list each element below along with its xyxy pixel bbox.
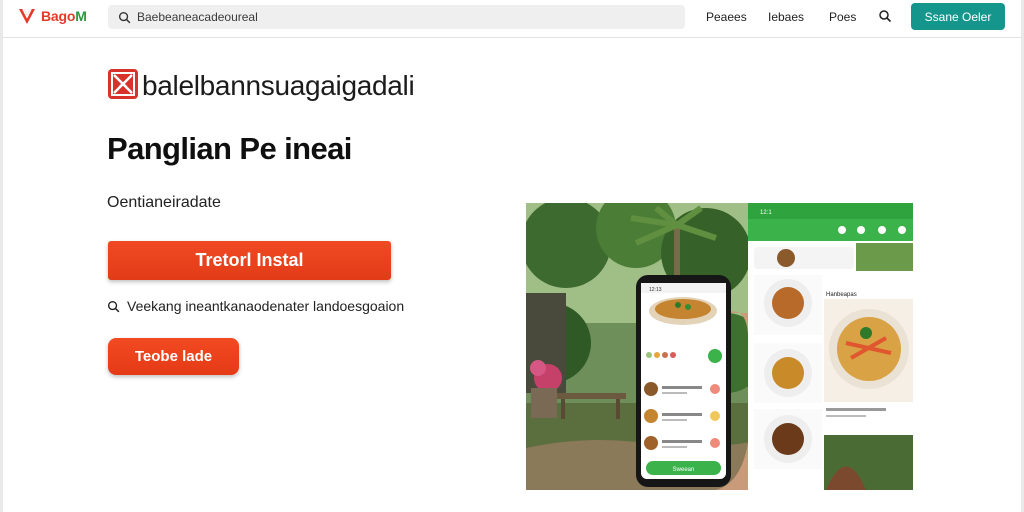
nav-link-2[interactable]: Iebaes (768, 10, 804, 24)
search-icon (107, 300, 120, 312)
hero-illustration: 12:13 Sweean 12:1 Hanbeapas (526, 203, 913, 490)
header-cta-button[interactable]: Ssane Oeler (911, 3, 1005, 30)
nav-search-icon[interactable] (878, 9, 892, 23)
install-note-text: Veekang ineantkanaodenater landoesgoaion (127, 298, 405, 314)
phone-status-time: 12:13 (649, 287, 662, 293)
phone-action-button: Sweean (673, 467, 695, 473)
brand-title: balelbannsuagaigadali (142, 70, 415, 101)
search-bar[interactable] (108, 5, 685, 29)
install-note: Veekang ineantkanaodenater landoesgoaion (107, 298, 404, 314)
page-headline: Panglian Pe ineai (107, 131, 352, 166)
logo-text-green: M (75, 8, 87, 24)
page-subtext: Oentianeiradate (107, 194, 221, 211)
top-navigation-bar: BagoM Peaees Iebaes Poes Ssane Oeler (3, 0, 1021, 38)
logo-text-red: Bago (41, 8, 76, 24)
search-input[interactable] (137, 10, 657, 24)
tablet-status-time: 12:1 (760, 210, 772, 216)
nav-link-3[interactable]: Poes (829, 10, 856, 24)
secondary-action-button[interactable]: Teobe lade (108, 338, 239, 375)
tablet-section-label: Hanbeapas (826, 292, 857, 298)
logo-text: BagoM (41, 8, 87, 24)
search-icon (118, 11, 131, 23)
install-button[interactable]: Tretorl Instal (108, 241, 391, 280)
window-frame-left (0, 0, 3, 512)
hero-image: 12:13 Sweean 12:1 Hanbeapas (526, 203, 913, 490)
logo-icon (19, 8, 35, 24)
logo[interactable]: BagoM (17, 6, 87, 26)
nav-link-1[interactable]: Peaees (706, 10, 747, 24)
brand-icon (108, 69, 138, 99)
